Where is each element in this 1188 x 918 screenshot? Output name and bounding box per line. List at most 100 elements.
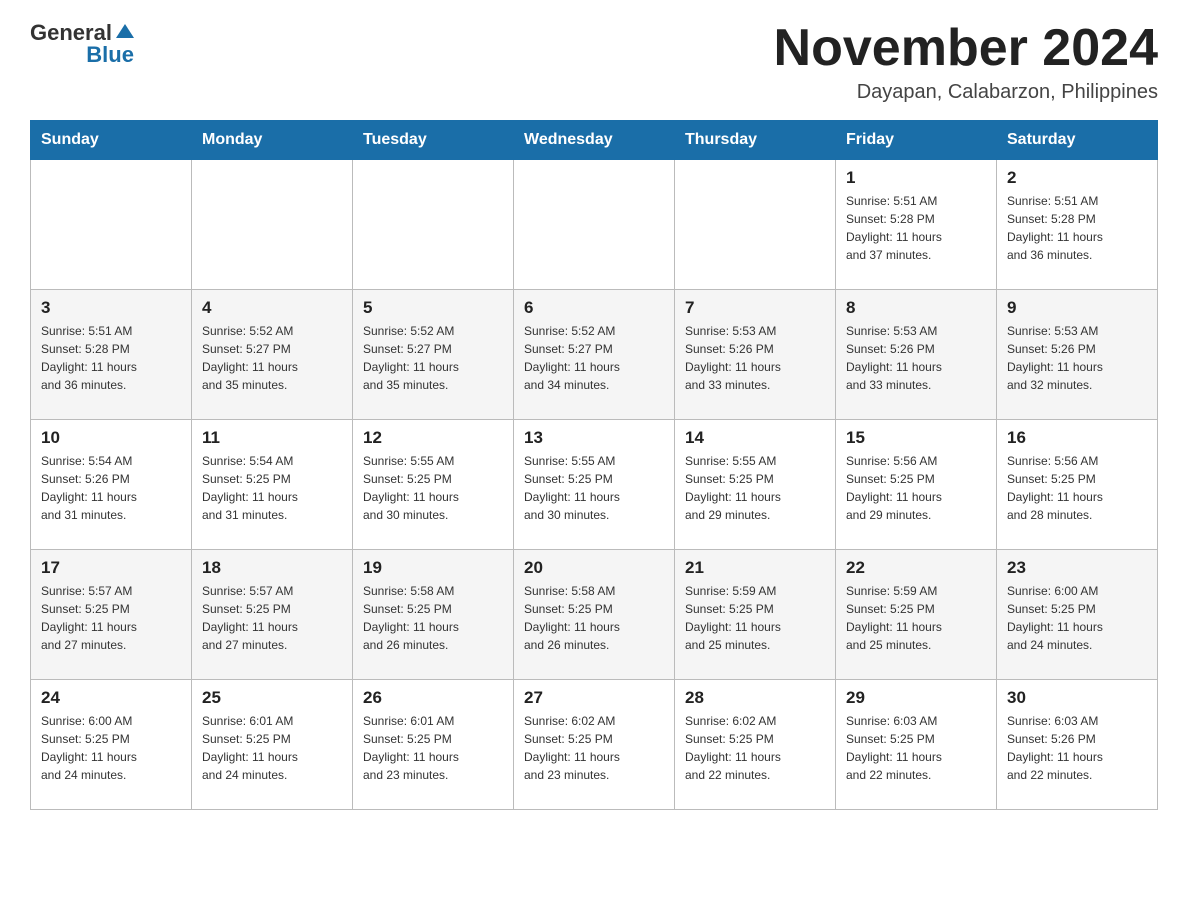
calendar-cell: 1 Sunrise: 5:51 AMSunset: 5:28 PMDaylight… bbox=[836, 160, 997, 290]
day-info: Sunrise: 5:57 AMSunset: 5:25 PMDaylight:… bbox=[41, 582, 181, 654]
calendar-cell: 29 Sunrise: 6:03 AMSunset: 5:25 PMDayligh… bbox=[836, 680, 997, 810]
calendar-header-tuesday: Tuesday bbox=[353, 121, 514, 160]
day-info: Sunrise: 5:53 AMSunset: 5:26 PMDaylight:… bbox=[685, 322, 825, 394]
location-subtitle: Dayapan, Calabarzon, Philippines bbox=[774, 81, 1158, 104]
calendar-week-row: 17 Sunrise: 5:57 AMSunset: 5:25 PMDayligh… bbox=[31, 550, 1158, 680]
calendar-week-row: 24Sunrise: 6:00 AMSunset: 5:25 PMDayligh… bbox=[31, 680, 1158, 810]
day-info: Sunrise: 5:58 AMSunset: 5:25 PMDaylight:… bbox=[524, 582, 664, 654]
calendar-header-sunday: Sunday bbox=[31, 121, 192, 160]
calendar-cell: 28 Sunrise: 6:02 AMSunset: 5:25 PMDayligh… bbox=[675, 680, 836, 810]
day-info: Sunrise: 5:52 AMSunset: 5:27 PMDaylight:… bbox=[363, 322, 503, 394]
calendar-cell: 8 Sunrise: 5:53 AMSunset: 5:26 PMDaylight… bbox=[836, 290, 997, 420]
day-number: 18 bbox=[202, 558, 342, 578]
calendar-cell: 19 Sunrise: 5:58 AMSunset: 5:25 PMDayligh… bbox=[353, 550, 514, 680]
day-number: 22 bbox=[846, 558, 986, 578]
day-info: Sunrise: 5:53 AMSunset: 5:26 PMDaylight:… bbox=[846, 322, 986, 394]
day-info: Sunrise: 6:01 AMSunset: 5:25 PMDaylight:… bbox=[363, 712, 503, 784]
title-area: November 2024 Dayapan, Calabarzon, Phili… bbox=[774, 20, 1158, 104]
day-number: 13 bbox=[524, 428, 664, 448]
calendar-header-thursday: Thursday bbox=[675, 121, 836, 160]
day-number: 16 bbox=[1007, 428, 1147, 448]
calendar-header-wednesday: Wednesday bbox=[514, 121, 675, 160]
day-number: 4 bbox=[202, 298, 342, 318]
calendar-cell: 27Sunrise: 6:02 AMSunset: 5:25 PMDayligh… bbox=[514, 680, 675, 810]
day-number: 10 bbox=[41, 428, 181, 448]
day-info: Sunrise: 5:56 AMSunset: 5:25 PMDaylight:… bbox=[1007, 452, 1147, 524]
day-info: Sunrise: 5:51 AMSunset: 5:28 PMDaylight:… bbox=[846, 192, 986, 264]
calendar-cell: 12 Sunrise: 5:55 AMSunset: 5:25 PMDayligh… bbox=[353, 420, 514, 550]
day-info: Sunrise: 6:02 AMSunset: 5:25 PMDaylight:… bbox=[524, 712, 664, 784]
day-number: 19 bbox=[363, 558, 503, 578]
month-title: November 2024 bbox=[774, 20, 1158, 77]
day-info: Sunrise: 6:00 AMSunset: 5:25 PMDaylight:… bbox=[41, 712, 181, 784]
day-number: 21 bbox=[685, 558, 825, 578]
calendar-cell: 20 Sunrise: 5:58 AMSunset: 5:25 PMDayligh… bbox=[514, 550, 675, 680]
calendar-cell bbox=[31, 160, 192, 290]
day-number: 30 bbox=[1007, 688, 1147, 708]
calendar-cell: 30 Sunrise: 6:03 AMSunset: 5:26 PMDayligh… bbox=[997, 680, 1158, 810]
day-number: 25 bbox=[202, 688, 342, 708]
calendar-cell: 18 Sunrise: 5:57 AMSunset: 5:25 PMDayligh… bbox=[192, 550, 353, 680]
day-number: 28 bbox=[685, 688, 825, 708]
calendar-header-friday: Friday bbox=[836, 121, 997, 160]
page-header: General Blue November 2024 Dayapan, Cala… bbox=[30, 20, 1158, 104]
day-info: Sunrise: 5:58 AMSunset: 5:25 PMDaylight:… bbox=[363, 582, 503, 654]
day-info: Sunrise: 5:51 AMSunset: 5:28 PMDaylight:… bbox=[1007, 192, 1147, 264]
day-info: Sunrise: 6:02 AMSunset: 5:25 PMDaylight:… bbox=[685, 712, 825, 784]
logo-triangle-icon bbox=[116, 22, 134, 40]
calendar-cell: 11 Sunrise: 5:54 AMSunset: 5:25 PMDayligh… bbox=[192, 420, 353, 550]
day-info: Sunrise: 5:54 AMSunset: 5:26 PMDaylight:… bbox=[41, 452, 181, 524]
day-info: Sunrise: 5:52 AMSunset: 5:27 PMDaylight:… bbox=[524, 322, 664, 394]
calendar-week-row: 1 Sunrise: 5:51 AMSunset: 5:28 PMDaylight… bbox=[31, 160, 1158, 290]
day-info: Sunrise: 5:57 AMSunset: 5:25 PMDaylight:… bbox=[202, 582, 342, 654]
day-info: Sunrise: 5:52 AMSunset: 5:27 PMDaylight:… bbox=[202, 322, 342, 394]
calendar-header-row: SundayMondayTuesdayWednesdayThursdayFrid… bbox=[31, 121, 1158, 160]
calendar-header-monday: Monday bbox=[192, 121, 353, 160]
day-number: 23 bbox=[1007, 558, 1147, 578]
calendar-cell: 16 Sunrise: 5:56 AMSunset: 5:25 PMDayligh… bbox=[997, 420, 1158, 550]
calendar-cell bbox=[514, 160, 675, 290]
calendar-week-row: 10 Sunrise: 5:54 AMSunset: 5:26 PMDayligh… bbox=[31, 420, 1158, 550]
day-number: 14 bbox=[685, 428, 825, 448]
calendar-cell: 25Sunrise: 6:01 AMSunset: 5:25 PMDayligh… bbox=[192, 680, 353, 810]
day-number: 5 bbox=[363, 298, 503, 318]
logo: General Blue bbox=[30, 20, 134, 68]
day-info: Sunrise: 5:55 AMSunset: 5:25 PMDaylight:… bbox=[363, 452, 503, 524]
calendar-cell: 4 Sunrise: 5:52 AMSunset: 5:27 PMDaylight… bbox=[192, 290, 353, 420]
day-number: 17 bbox=[41, 558, 181, 578]
calendar-cell: 9 Sunrise: 5:53 AMSunset: 5:26 PMDaylight… bbox=[997, 290, 1158, 420]
calendar-cell: 13 Sunrise: 5:55 AMSunset: 5:25 PMDayligh… bbox=[514, 420, 675, 550]
day-number: 29 bbox=[846, 688, 986, 708]
day-number: 12 bbox=[363, 428, 503, 448]
calendar-cell bbox=[353, 160, 514, 290]
calendar-cell: 17 Sunrise: 5:57 AMSunset: 5:25 PMDayligh… bbox=[31, 550, 192, 680]
calendar-cell: 26Sunrise: 6:01 AMSunset: 5:25 PMDayligh… bbox=[353, 680, 514, 810]
day-number: 8 bbox=[846, 298, 986, 318]
day-number: 7 bbox=[685, 298, 825, 318]
day-info: Sunrise: 6:03 AMSunset: 5:25 PMDaylight:… bbox=[846, 712, 986, 784]
calendar-cell: 5 Sunrise: 5:52 AMSunset: 5:27 PMDaylight… bbox=[353, 290, 514, 420]
logo-blue-text: Blue bbox=[86, 42, 134, 67]
calendar-week-row: 3 Sunrise: 5:51 AMSunset: 5:28 PMDaylight… bbox=[31, 290, 1158, 420]
day-number: 9 bbox=[1007, 298, 1147, 318]
calendar-cell: 14Sunrise: 5:55 AMSunset: 5:25 PMDayligh… bbox=[675, 420, 836, 550]
day-number: 11 bbox=[202, 428, 342, 448]
calendar-cell: 22Sunrise: 5:59 AMSunset: 5:25 PMDayligh… bbox=[836, 550, 997, 680]
day-info: Sunrise: 5:59 AMSunset: 5:25 PMDaylight:… bbox=[685, 582, 825, 654]
calendar-cell: 21 Sunrise: 5:59 AMSunset: 5:25 PMDayligh… bbox=[675, 550, 836, 680]
calendar-cell: 3 Sunrise: 5:51 AMSunset: 5:28 PMDaylight… bbox=[31, 290, 192, 420]
day-info: Sunrise: 5:55 AMSunset: 5:25 PMDaylight:… bbox=[524, 452, 664, 524]
calendar-cell: 2Sunrise: 5:51 AMSunset: 5:28 PMDaylight… bbox=[997, 160, 1158, 290]
day-info: Sunrise: 5:54 AMSunset: 5:25 PMDaylight:… bbox=[202, 452, 342, 524]
calendar-cell: 23 Sunrise: 6:00 AMSunset: 5:25 PMDayligh… bbox=[997, 550, 1158, 680]
day-info: Sunrise: 5:51 AMSunset: 5:28 PMDaylight:… bbox=[41, 322, 181, 394]
day-number: 3 bbox=[41, 298, 181, 318]
day-info: Sunrise: 5:53 AMSunset: 5:26 PMDaylight:… bbox=[1007, 322, 1147, 394]
day-info: Sunrise: 6:03 AMSunset: 5:26 PMDaylight:… bbox=[1007, 712, 1147, 784]
day-info: Sunrise: 6:00 AMSunset: 5:25 PMDaylight:… bbox=[1007, 582, 1147, 654]
calendar-cell bbox=[675, 160, 836, 290]
day-number: 1 bbox=[846, 168, 986, 188]
day-info: Sunrise: 5:56 AMSunset: 5:25 PMDaylight:… bbox=[846, 452, 986, 524]
day-number: 20 bbox=[524, 558, 664, 578]
logo-icon: General Blue bbox=[30, 20, 134, 68]
